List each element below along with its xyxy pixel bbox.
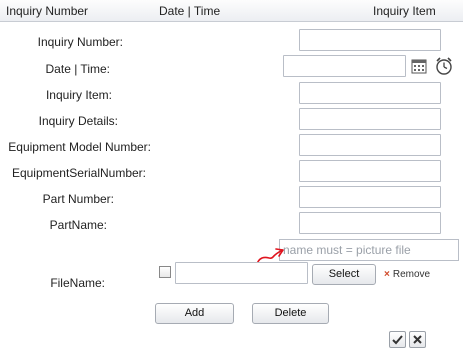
add-button[interactable]: Add xyxy=(155,303,234,324)
x-icon: × xyxy=(384,269,390,280)
column-inquiry-item[interactable]: Inquiry Item xyxy=(373,4,436,18)
inquiry-details-label: Inquiry Details: xyxy=(38,114,118,128)
part-number-input[interactable] xyxy=(299,186,441,208)
inquiry-item-input[interactable] xyxy=(299,82,441,104)
filename-input[interactable] xyxy=(175,262,308,284)
remove-file-link[interactable]: × Remove xyxy=(384,269,430,280)
filename-hint-text: name must = picture file xyxy=(279,239,459,261)
confirm-button[interactable] xyxy=(389,331,406,348)
close-icon xyxy=(413,335,422,344)
date-time-input[interactable] xyxy=(283,55,406,77)
inquiry-number-label: Inquiry Number: xyxy=(37,35,123,49)
part-name-input[interactable] xyxy=(299,212,441,234)
delete-button[interactable]: Delete xyxy=(252,303,329,324)
equipment-serial-number-label: EquipmentSerialNumber: xyxy=(11,166,146,180)
inquiry-item-label: Inquiry Item: xyxy=(45,88,112,102)
cancel-button[interactable] xyxy=(409,331,426,348)
inquiry-number-input[interactable] xyxy=(299,29,441,51)
check-icon xyxy=(392,335,403,345)
select-file-button[interactable]: Select xyxy=(312,264,376,285)
calendar-icon[interactable] xyxy=(411,58,427,74)
part-number-label: Part Number: xyxy=(42,192,114,206)
clock-icon[interactable] xyxy=(434,56,454,76)
column-inquiry-number[interactable]: Inquiry Number xyxy=(6,4,88,18)
grid-header: Inquiry Number Date | Time Inquiry Item xyxy=(0,0,463,22)
filename-checkbox[interactable] xyxy=(159,266,171,278)
column-date-time[interactable]: Date | Time xyxy=(159,4,220,18)
equipment-serial-number-input[interactable] xyxy=(299,160,441,182)
inquiry-details-input[interactable] xyxy=(299,108,441,130)
date-time-label: Date | Time: xyxy=(45,62,110,76)
part-name-label: PartName: xyxy=(49,218,107,232)
equipment-model-number-label: Equipment Model Number: xyxy=(8,140,151,154)
filename-label: FileName: xyxy=(50,276,105,290)
equipment-model-number-input[interactable] xyxy=(299,134,441,156)
